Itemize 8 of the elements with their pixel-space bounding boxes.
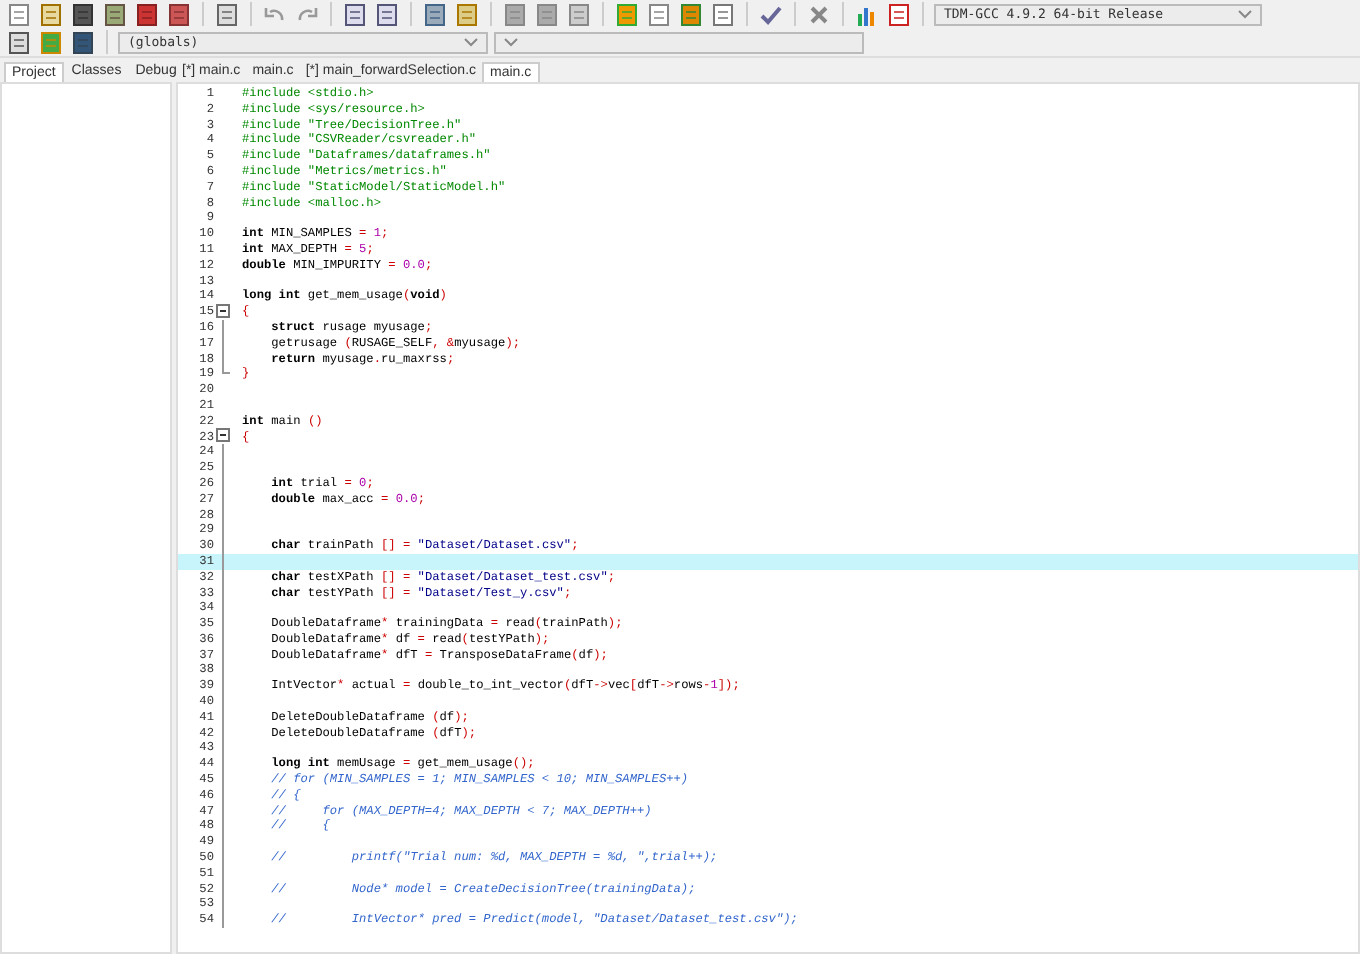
cross-icon[interactable] bbox=[806, 1, 832, 27]
caret-icon bbox=[504, 37, 518, 47]
check-icon[interactable] bbox=[758, 1, 784, 27]
caret-icon bbox=[1238, 9, 1252, 19]
new-file-icon[interactable] bbox=[6, 1, 32, 27]
collapse-icon[interactable] bbox=[216, 304, 230, 321]
collapse-icon[interactable] bbox=[216, 428, 230, 445]
caret-icon bbox=[464, 37, 478, 47]
